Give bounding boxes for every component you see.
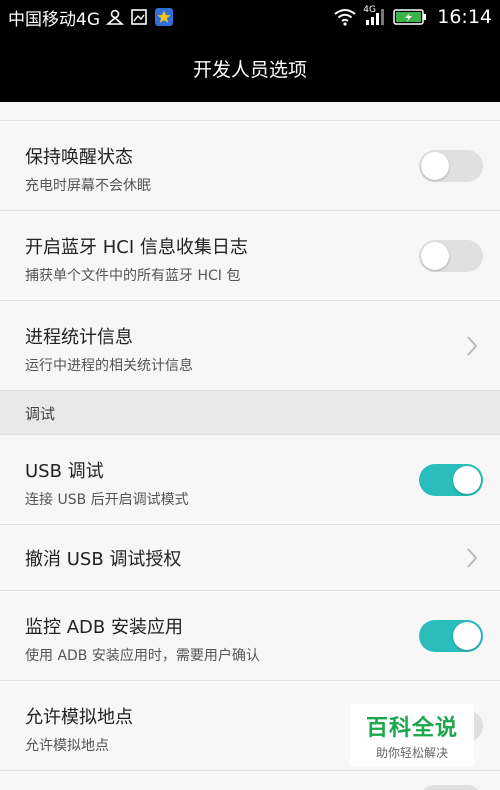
signal-icon: 4G bbox=[363, 5, 387, 26]
section-header-debugging: 调试 bbox=[0, 391, 500, 435]
settings-list[interactable]: 保持唤醒状态 充电时屏幕不会休眠 开启蓝牙 HCI 信息收集日志 捕获单个文件中… bbox=[0, 102, 500, 790]
stay-awake-toggle[interactable] bbox=[419, 149, 483, 182]
network-type-label: 4G bbox=[363, 5, 376, 15]
partial-toggle bbox=[419, 785, 483, 790]
person-notification-icon bbox=[106, 8, 124, 26]
status-bar: 中国移动4G 4G 16:14 bbox=[0, 0, 500, 34]
item-title: 撤消 USB 调试授权 bbox=[25, 549, 182, 570]
title-bar: 开发人员选项 bbox=[0, 34, 500, 102]
gallery-notification-icon bbox=[130, 8, 148, 26]
partial-list-item bbox=[0, 771, 500, 790]
chevron-right-icon bbox=[467, 547, 478, 568]
bluetooth-hci-log-toggle[interactable] bbox=[419, 239, 483, 272]
usb-debugging-toggle[interactable] bbox=[419, 463, 483, 496]
page-title: 开发人员选项 bbox=[192, 58, 307, 81]
carrier-label: 中国移动4G bbox=[8, 9, 100, 30]
toggle-knob bbox=[453, 621, 481, 650]
usb-debugging-item[interactable]: USB 调试 连接 USB 后开启调试模式 bbox=[0, 435, 500, 525]
toggle-knob bbox=[453, 465, 481, 494]
toggle-knob bbox=[421, 241, 449, 270]
toggle-knob bbox=[421, 151, 449, 180]
process-stats-item[interactable]: 进程统计信息 运行中进程的相关统计信息 bbox=[0, 301, 500, 391]
watermark-main-text: 百科全说 bbox=[365, 715, 458, 741]
adb-install-monitor-item[interactable]: 监控 ADB 安装应用 使用 ADB 安装应用时，需要用户确认 bbox=[0, 591, 500, 681]
adb-install-monitor-toggle[interactable] bbox=[419, 619, 483, 652]
clock: 16:14 bbox=[437, 6, 492, 28]
baike-watermark: 百科全说 助你轻松解决 bbox=[350, 704, 474, 766]
bluetooth-hci-log-item[interactable]: 开启蓝牙 HCI 信息收集日志 捕获单个文件中的所有蓝牙 HCI 包 bbox=[0, 211, 500, 301]
star-app-icon bbox=[154, 7, 174, 27]
stay-awake-item[interactable]: 保持唤醒状态 充电时屏幕不会休眠 bbox=[0, 121, 500, 211]
chevron-right-icon bbox=[467, 335, 478, 356]
item-subtitle: 运行中进程的相关统计信息 bbox=[25, 358, 193, 374]
battery-charging-icon bbox=[393, 8, 427, 26]
watermark-sub-text: 助你轻松解决 bbox=[375, 745, 448, 760]
revoke-usb-auth-item[interactable]: 撤消 USB 调试授权 bbox=[0, 525, 500, 591]
item-title: 进程统计信息 bbox=[25, 327, 133, 348]
partial-list-item bbox=[0, 102, 500, 121]
wifi-icon bbox=[333, 8, 357, 26]
